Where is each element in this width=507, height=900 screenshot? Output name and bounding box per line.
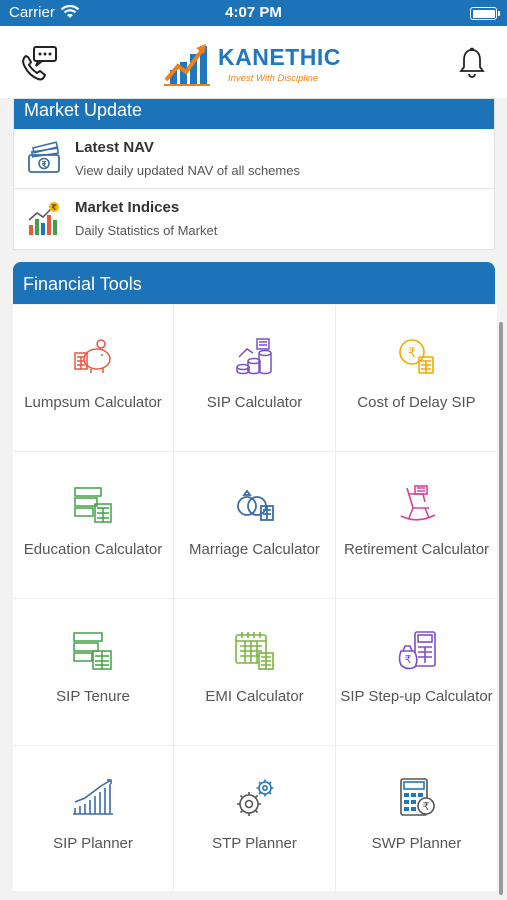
latest-nav-title: Latest NAV — [75, 139, 154, 156]
tool-label: EMI Calculator — [205, 688, 304, 705]
tool-label: SIP Tenure — [56, 688, 130, 705]
tool-label: STP Planner — [212, 835, 297, 852]
tool-lumpsum-calculator[interactable]: Lumpsum Calculator — [13, 305, 173, 451]
svg-text:₹: ₹ — [407, 346, 415, 361]
brand-tagline: Invest With Discipline — [228, 73, 319, 84]
market-indices-title: Market Indices — [75, 199, 180, 216]
tool-label: SIP Step-up Calculator — [340, 688, 493, 705]
market-update-card: Market Update Latest NAV View daily upda… — [13, 98, 495, 250]
tool-education-calculator[interactable]: Education Calculator — [13, 452, 173, 598]
calendar-calculator-icon — [234, 632, 274, 670]
brand-name: KANETHIC — [218, 44, 341, 70]
calculator-rupee-icon: ₹ — [399, 778, 435, 816]
tool-emi-calculator[interactable]: EMI Calculator — [174, 599, 335, 745]
battery-icon — [470, 7, 500, 20]
market-indices-subtitle: Daily Statistics of Market — [75, 223, 218, 238]
kanethic-logo: KANETHIC Invest With Discipline — [162, 36, 362, 88]
tool-label: Education Calculator — [23, 541, 163, 558]
tool-sip-tenure[interactable]: SIP Tenure — [13, 599, 173, 745]
scrollbar[interactable] — [499, 322, 503, 895]
tenure-calculator-icon — [73, 632, 112, 670]
rocking-chair-icon — [400, 485, 435, 521]
rings-calculator-icon — [236, 489, 274, 521]
tool-retirement-calculator[interactable]: Retirement Calculator — [336, 452, 497, 598]
rupee-coin-calculator-icon: ₹ — [398, 339, 434, 374]
tool-label: SIP Calculator — [206, 394, 303, 411]
tool-marriage-calculator[interactable]: Marriage Calculator — [174, 452, 335, 598]
tool-label: SIP Planner — [53, 835, 133, 852]
growth-chart-icon — [73, 779, 113, 815]
education-calculator-icon — [74, 487, 112, 523]
market-indices-row[interactable]: ₹ Market Indices Daily Statistics of Mar… — [14, 189, 494, 249]
status-bar: Carrier 4:07 PM — [0, 0, 507, 26]
bell-icon[interactable] — [457, 46, 487, 80]
chat-phone-icon[interactable] — [18, 44, 60, 84]
tool-cost-of-delay-sip[interactable]: ₹ Cost of Delay SIP — [336, 305, 497, 451]
latest-nav-subtitle: View daily updated NAV of all schemes — [75, 163, 300, 178]
tool-label: Retirement Calculator — [343, 541, 490, 558]
bar-chart-rupee-icon: ₹ — [28, 202, 59, 235]
tool-swp-planner[interactable]: ₹ SWP Planner — [336, 746, 497, 891]
app-header: KANETHIC Invest With Discipline — [0, 26, 507, 98]
status-time: 4:07 PM — [225, 4, 282, 21]
coin-stacks-icon — [235, 338, 272, 375]
piggy-bank-calculator-icon — [74, 339, 111, 373]
financial-tools-grid: Lumpsum Calculator SIP Calculator ₹ Cost… — [13, 305, 497, 891]
financial-tools-title: Financial Tools — [13, 262, 495, 304]
latest-nav-row[interactable]: Latest NAV View daily updated NAV of all… — [14, 129, 494, 189]
money-stack-icon — [28, 141, 60, 173]
tool-label: Cost of Delay SIP — [357, 394, 476, 411]
market-update-title: Market Update — [14, 99, 494, 129]
tool-sip-step-up-calculator[interactable]: ₹ SIP Step-up Calculator — [336, 599, 497, 745]
tool-label: Lumpsum Calculator — [24, 394, 162, 411]
tool-label: Marriage Calculator — [189, 541, 320, 558]
svg-text:₹: ₹ — [404, 653, 411, 666]
tool-label: SWP Planner — [371, 835, 462, 852]
tool-stp-planner[interactable]: STP Planner — [174, 746, 335, 891]
logo-mark-icon — [164, 44, 210, 86]
svg-text:₹: ₹ — [51, 203, 57, 212]
tool-sip-planner[interactable]: SIP Planner — [13, 746, 173, 891]
svg-text:₹: ₹ — [422, 800, 429, 813]
tool-sip-calculator[interactable]: SIP Calculator — [174, 305, 335, 451]
gears-icon — [236, 779, 273, 816]
money-bag-calculator-icon: ₹ — [398, 631, 436, 670]
